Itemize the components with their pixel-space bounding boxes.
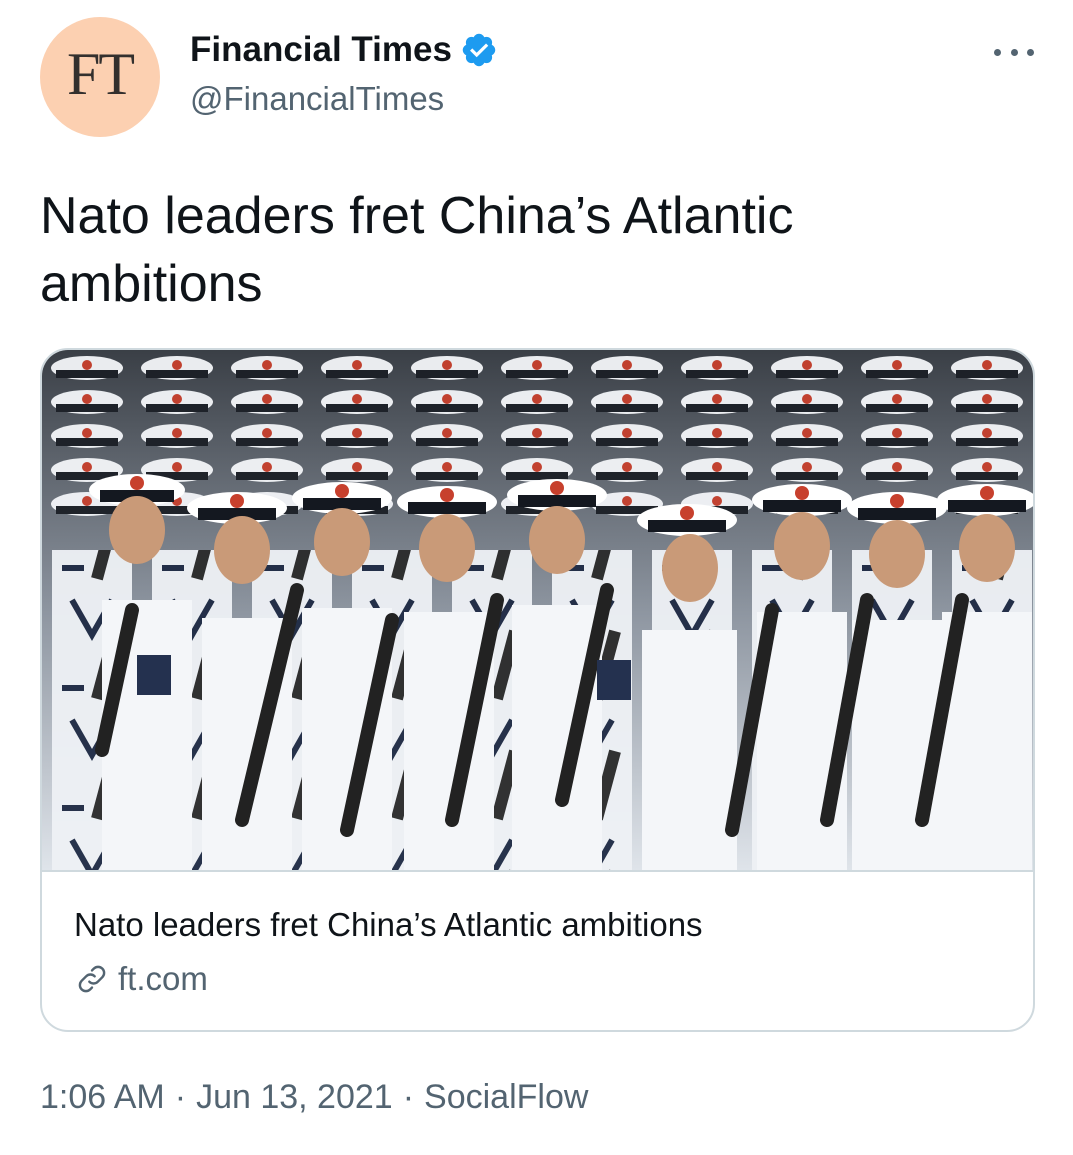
tweet-date[interactable]: Jun 13, 2021 xyxy=(196,1078,393,1117)
link-icon xyxy=(78,965,106,993)
meta-separator: · xyxy=(174,1078,187,1116)
card-image[interactable] xyxy=(42,350,1033,870)
avatar[interactable]: FT xyxy=(40,17,160,137)
card-domain[interactable]: ft.com xyxy=(74,960,208,998)
author-display-name[interactable]: Financial Times xyxy=(190,30,452,70)
author-handle[interactable]: @FinancialTimes xyxy=(190,80,444,118)
link-card[interactable]: Nato leaders fret China’s Atlantic ambit… xyxy=(40,348,1035,1032)
more-options-icon[interactable] xyxy=(994,40,1034,64)
tweet-source[interactable]: SocialFlow xyxy=(424,1078,588,1117)
tweet-time[interactable]: 1:06 AM xyxy=(40,1078,165,1117)
card-domain-text: ft.com xyxy=(118,960,208,997)
meta-separator: · xyxy=(402,1078,415,1116)
more-dot xyxy=(994,48,1001,56)
verified-badge-icon xyxy=(462,33,496,67)
tweet-meta: 1:06 AM · Jun 13, 2021 · SocialFlow xyxy=(40,1078,588,1117)
card-title[interactable]: Nato leaders fret China’s Atlantic ambit… xyxy=(74,906,703,944)
more-dot xyxy=(1027,48,1034,56)
avatar-logo-text: FT xyxy=(66,40,135,107)
tweet-text: Nato leaders fret China’s Atlantic ambit… xyxy=(40,187,794,313)
more-dot xyxy=(1010,48,1018,56)
author-name-row: Financial Times xyxy=(190,30,498,70)
card-divider xyxy=(42,870,1033,872)
